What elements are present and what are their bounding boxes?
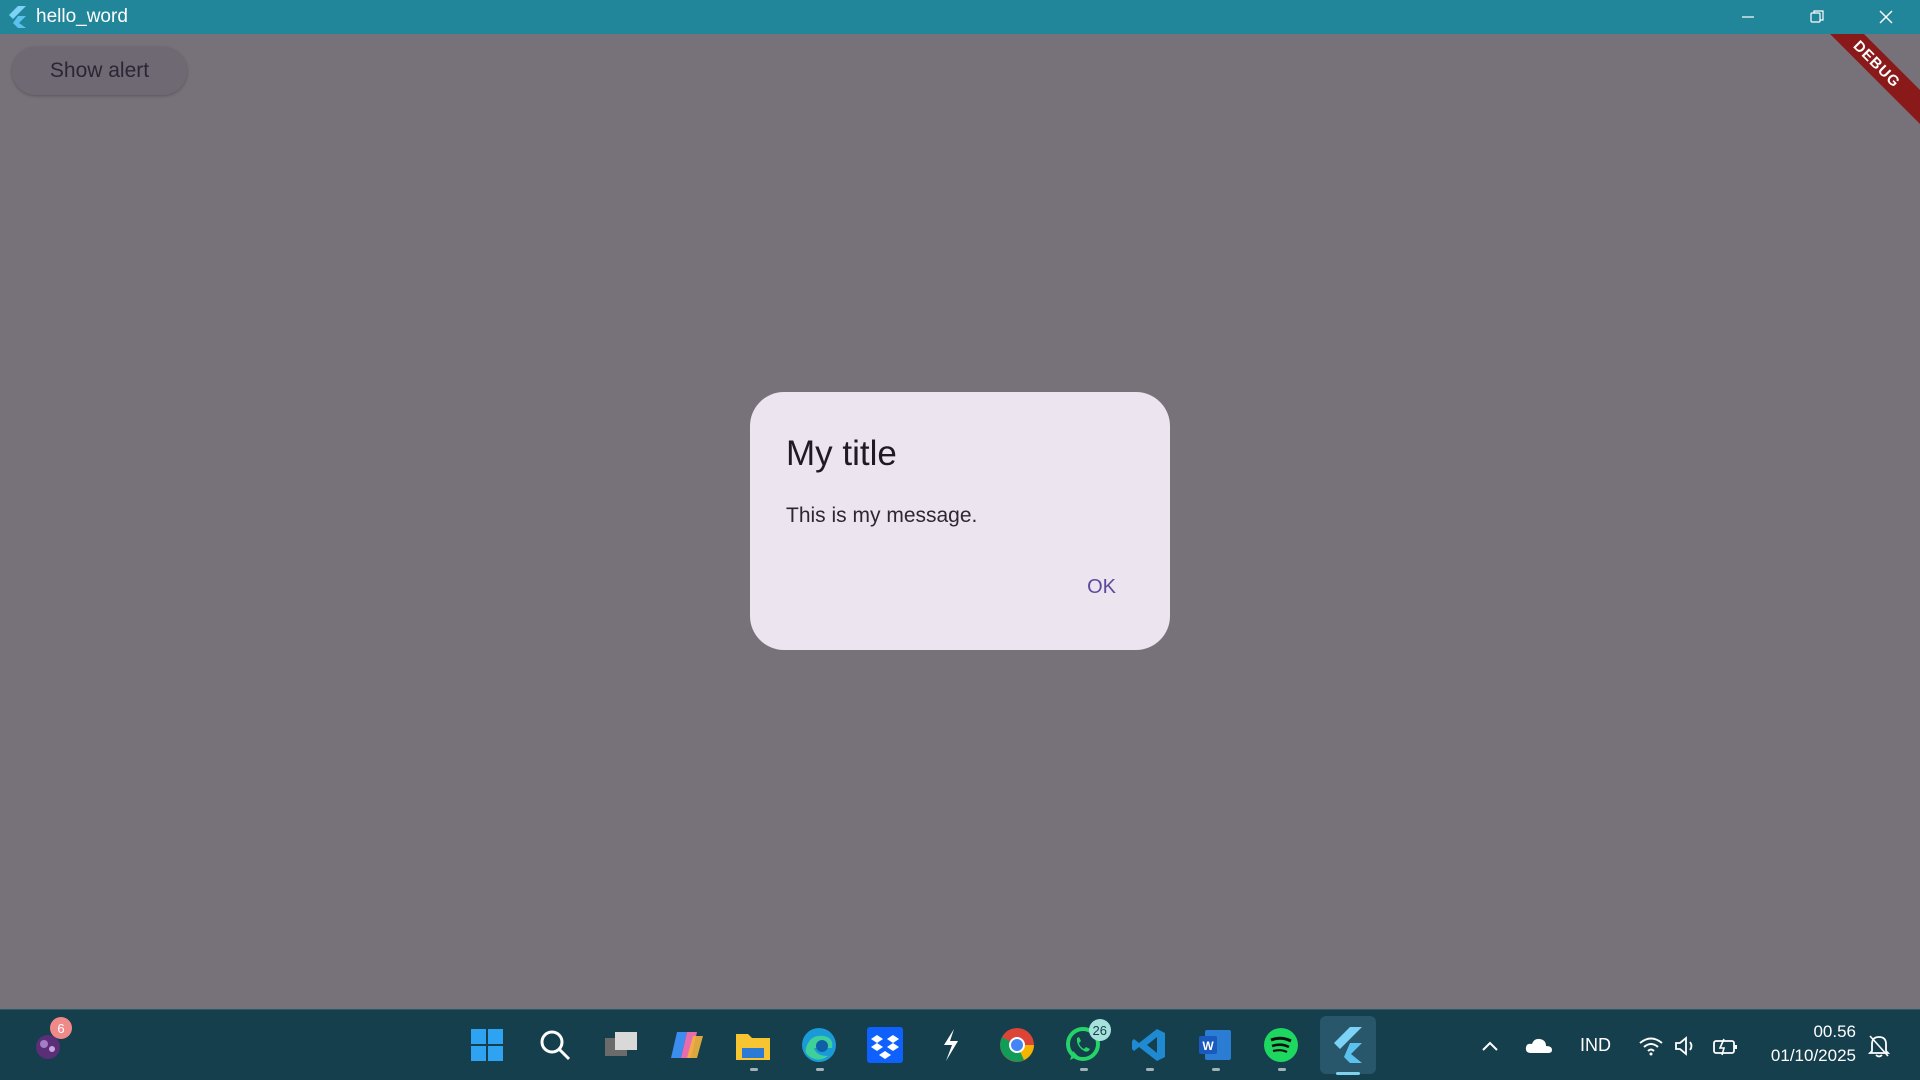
- vscode-button[interactable]: [1127, 1023, 1171, 1071]
- window-controls: [1713, 0, 1920, 34]
- restore-button[interactable]: [1782, 0, 1851, 34]
- clock-time: 00.56: [1813, 1022, 1856, 1041]
- notifications-button[interactable]: [1868, 1010, 1890, 1080]
- bell-icon: [1868, 1034, 1890, 1057]
- dialog-title: My title: [786, 434, 897, 473]
- dropbox-button[interactable]: [863, 1023, 907, 1067]
- chevron-up-icon: [1482, 1041, 1498, 1051]
- chrome-button[interactable]: [995, 1023, 1039, 1067]
- vscode-icon: [1132, 1029, 1165, 1061]
- flutter-app-button[interactable]: [1320, 1016, 1376, 1075]
- running-indicator: [1212, 1068, 1220, 1071]
- wifi-tray[interactable]: [1638, 1010, 1664, 1080]
- show-hidden-icons[interactable]: [1480, 1010, 1500, 1080]
- language-indicator[interactable]: IND: [1580, 1010, 1611, 1080]
- bolt-icon: [944, 1029, 958, 1061]
- edge-button[interactable]: [797, 1023, 841, 1071]
- cloud-icon: [1525, 1038, 1552, 1053]
- dropbox-icon: [867, 1027, 903, 1063]
- volume-icon: [1675, 1035, 1693, 1056]
- alert-dialog: My title This is my message. OK: [750, 392, 1170, 650]
- spotify-button[interactable]: [1259, 1023, 1303, 1071]
- folder-icon: [736, 1034, 770, 1060]
- language-label: IND: [1580, 1035, 1611, 1055]
- windows-start-icon: [471, 1029, 503, 1061]
- app-button[interactable]: [929, 1023, 973, 1067]
- flutter-logo-icon: [4, 4, 30, 30]
- wifi-icon: [1639, 1037, 1663, 1055]
- debug-banner: DEBUG: [1808, 34, 1920, 133]
- flutter-icon: [1334, 1027, 1362, 1063]
- taskbar: 6 26 W IND 00.56 01/10/2025: [0, 1009, 1920, 1080]
- copilot-button[interactable]: [665, 1023, 709, 1067]
- task-view-button[interactable]: [599, 1023, 643, 1067]
- close-button[interactable]: [1851, 0, 1920, 34]
- battery-tray[interactable]: [1712, 1010, 1738, 1080]
- volume-tray[interactable]: [1674, 1010, 1698, 1080]
- clock-date: 01/10/2025: [1770, 1046, 1856, 1065]
- restore-icon: [1809, 10, 1824, 23]
- search-icon: [540, 1030, 571, 1061]
- word-icon: W: [1199, 1030, 1231, 1060]
- whatsapp-button[interactable]: 26: [1061, 1019, 1111, 1071]
- widgets-button[interactable]: 6: [26, 1017, 72, 1067]
- chrome-icon: [1000, 1028, 1034, 1062]
- running-indicator: [1146, 1068, 1154, 1071]
- running-indicator: [1080, 1068, 1088, 1071]
- whatsapp-badge: 26: [1088, 1019, 1111, 1041]
- widgets-badge: 6: [50, 1017, 72, 1039]
- close-icon: [1879, 10, 1892, 24]
- window-title: hello_word: [36, 6, 128, 27]
- onedrive-tray[interactable]: [1525, 1010, 1553, 1080]
- task-view-icon: [605, 1032, 637, 1056]
- active-indicator: [1336, 1072, 1360, 1075]
- running-indicator: [1278, 1068, 1286, 1071]
- minimize-icon: [1741, 16, 1754, 18]
- spotify-icon: [1264, 1028, 1298, 1062]
- file-explorer-button[interactable]: [731, 1023, 775, 1071]
- running-indicator: [750, 1068, 758, 1071]
- ok-button[interactable]: OK: [1077, 570, 1126, 605]
- minimize-button[interactable]: [1713, 0, 1782, 34]
- clock[interactable]: 00.56 01/10/2025: [1771, 1020, 1856, 1068]
- copilot-icon: [671, 1032, 703, 1058]
- dialog-message: This is my message.: [786, 504, 978, 527]
- show-alert-button[interactable]: Show alert: [12, 47, 187, 95]
- edge-icon: [802, 1028, 836, 1062]
- battery-charging-icon: [1713, 1038, 1737, 1055]
- search-button[interactable]: [533, 1023, 577, 1067]
- window-titlebar: hello_word: [0, 0, 1920, 34]
- running-indicator: [816, 1068, 824, 1071]
- word-button[interactable]: W: [1193, 1023, 1237, 1071]
- svg-text:W: W: [1202, 1039, 1214, 1053]
- start-button[interactable]: [465, 1023, 509, 1067]
